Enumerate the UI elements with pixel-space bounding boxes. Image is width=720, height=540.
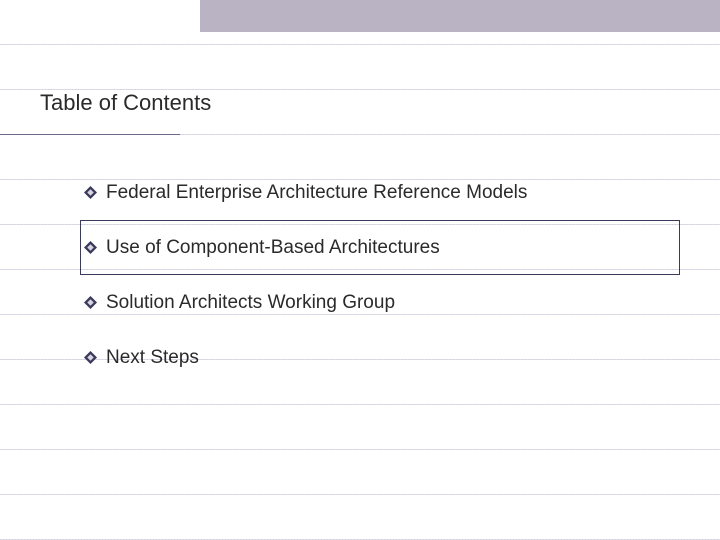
diamond-bullet-icon	[84, 241, 97, 254]
list-item: Solution Architects Working Group	[80, 275, 680, 330]
title-underline	[0, 134, 180, 135]
list-item-label: Solution Architects Working Group	[106, 292, 395, 314]
list-item-label: Federal Enterprise Architecture Referenc…	[106, 182, 527, 204]
list-item-label: Next Steps	[106, 347, 199, 369]
slide-title: Table of Contents	[40, 90, 211, 116]
list-item: Use of Component-Based Architectures	[80, 220, 680, 275]
list-item: Federal Enterprise Architecture Referenc…	[80, 165, 680, 220]
list-item: Next Steps	[80, 330, 680, 385]
top-banner	[200, 0, 720, 32]
diamond-bullet-icon	[84, 186, 97, 199]
contents-list: Federal Enterprise Architecture Referenc…	[80, 165, 680, 385]
list-item-label: Use of Component-Based Architectures	[106, 237, 440, 259]
diamond-bullet-icon	[84, 296, 97, 309]
diamond-bullet-icon	[84, 351, 97, 364]
